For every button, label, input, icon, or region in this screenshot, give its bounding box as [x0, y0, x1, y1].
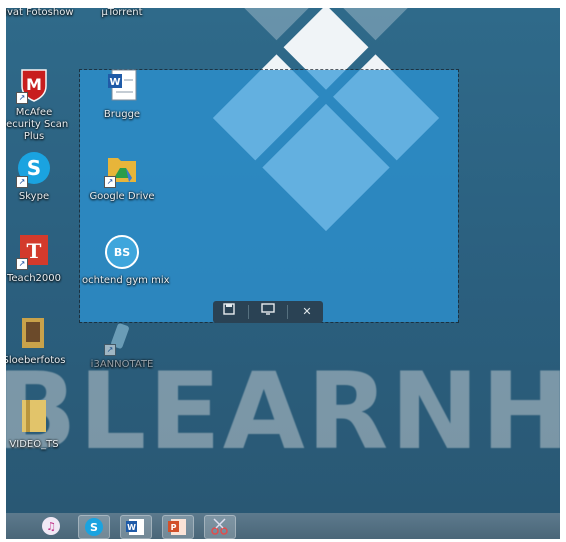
snip-toolbar: ✕	[213, 301, 323, 323]
toolbar-divider	[248, 305, 249, 319]
screen-icon	[261, 303, 275, 315]
folder-icon	[14, 312, 54, 352]
save-snip-button[interactable]	[216, 303, 242, 321]
icon-label: ochtend gym mix	[82, 275, 170, 286]
desktop-icon-video-ts[interactable]: VIDEO_TS	[6, 396, 74, 451]
svg-text:W: W	[109, 77, 120, 88]
desktop-icon-fotoshow[interactable]: odvat Fotoshow	[6, 8, 74, 19]
folder-icon	[14, 396, 54, 436]
itunes-icon: ♫	[42, 517, 60, 535]
svg-text:W: W	[127, 523, 136, 532]
skype-icon: S	[85, 518, 103, 536]
icon-label: Teach2000	[7, 273, 61, 284]
icon-label: i3ANNOTATE	[90, 359, 154, 370]
desktop-icon-utorrent[interactable]: µTorrent	[82, 8, 162, 19]
icon-label: odvat Fotoshow	[6, 8, 74, 18]
desktop: BLEARNHU odvat Fotoshow µTorrent M ↗ McA…	[6, 8, 560, 515]
icon-label: Sloeberfotos	[6, 355, 66, 366]
screenshot-frame: BLEARNHU odvat Fotoshow µTorrent M ↗ McA…	[0, 0, 566, 539]
powerpoint-icon: P	[168, 519, 186, 535]
desktop-icon-skype[interactable]: S ↗ Skype	[6, 148, 74, 203]
taskbar-snipping-tool[interactable]	[204, 515, 236, 539]
icon-label: Brugge	[103, 109, 141, 120]
taskbar: ♫ S W P	[6, 513, 560, 539]
skype-icon: S ↗	[14, 148, 54, 188]
i3annotate-icon: ↗	[102, 316, 142, 356]
google-drive-folder-icon: ↗	[102, 148, 142, 188]
media-badge: BS	[114, 246, 130, 259]
svg-text:S: S	[27, 156, 41, 180]
icon-label: Skype	[18, 191, 50, 202]
desktop-icon-google-drive[interactable]: ↗ Google Drive	[82, 148, 162, 203]
desktop-icon-mcafee[interactable]: M ↗ McAfee Security Scan Plus	[6, 64, 74, 143]
word-icon: W	[126, 519, 144, 535]
desktop-icon-ochtend-gym-mix[interactable]: BS ochtend gym mix	[82, 232, 170, 287]
media-player-icon: BS	[102, 232, 142, 272]
mcafee-shield-icon: M ↗	[14, 64, 54, 104]
svg-text:♫: ♫	[46, 520, 56, 533]
svg-text:M: M	[26, 75, 42, 94]
taskbar-skype[interactable]: S	[78, 515, 110, 539]
copy-snip-button[interactable]	[255, 303, 281, 321]
save-icon	[223, 303, 235, 315]
taskbar-itunes[interactable]: ♫	[36, 515, 66, 537]
desktop-icon-teach2000[interactable]: T ↗ Teach2000	[6, 230, 74, 285]
svg-text:P: P	[171, 523, 177, 532]
teach2000-icon: T ↗	[14, 230, 54, 270]
svg-text:T: T	[27, 239, 42, 263]
desktop-icon-i3annotate[interactable]: ↗ i3ANNOTATE	[82, 316, 162, 371]
icon-label: McAfee Security Scan Plus	[6, 107, 69, 142]
taskbar-powerpoint[interactable]: P	[162, 515, 194, 539]
desktop-icon-brugge[interactable]: W Brugge	[82, 66, 162, 121]
icon-label: VIDEO_TS	[9, 439, 59, 450]
svg-text:S: S	[90, 521, 98, 534]
close-snip-button[interactable]: ✕	[294, 303, 320, 321]
start-button[interactable]	[0, 515, 12, 537]
word-document-icon: W	[102, 66, 142, 106]
icon-label: Google Drive	[89, 191, 155, 202]
icon-label: µTorrent	[101, 8, 143, 18]
toolbar-divider	[287, 305, 288, 319]
scissors-icon	[211, 518, 228, 535]
desktop-icon-sloeberfotos[interactable]: Sloeberfotos	[6, 312, 74, 367]
taskbar-word[interactable]: W	[120, 515, 152, 539]
